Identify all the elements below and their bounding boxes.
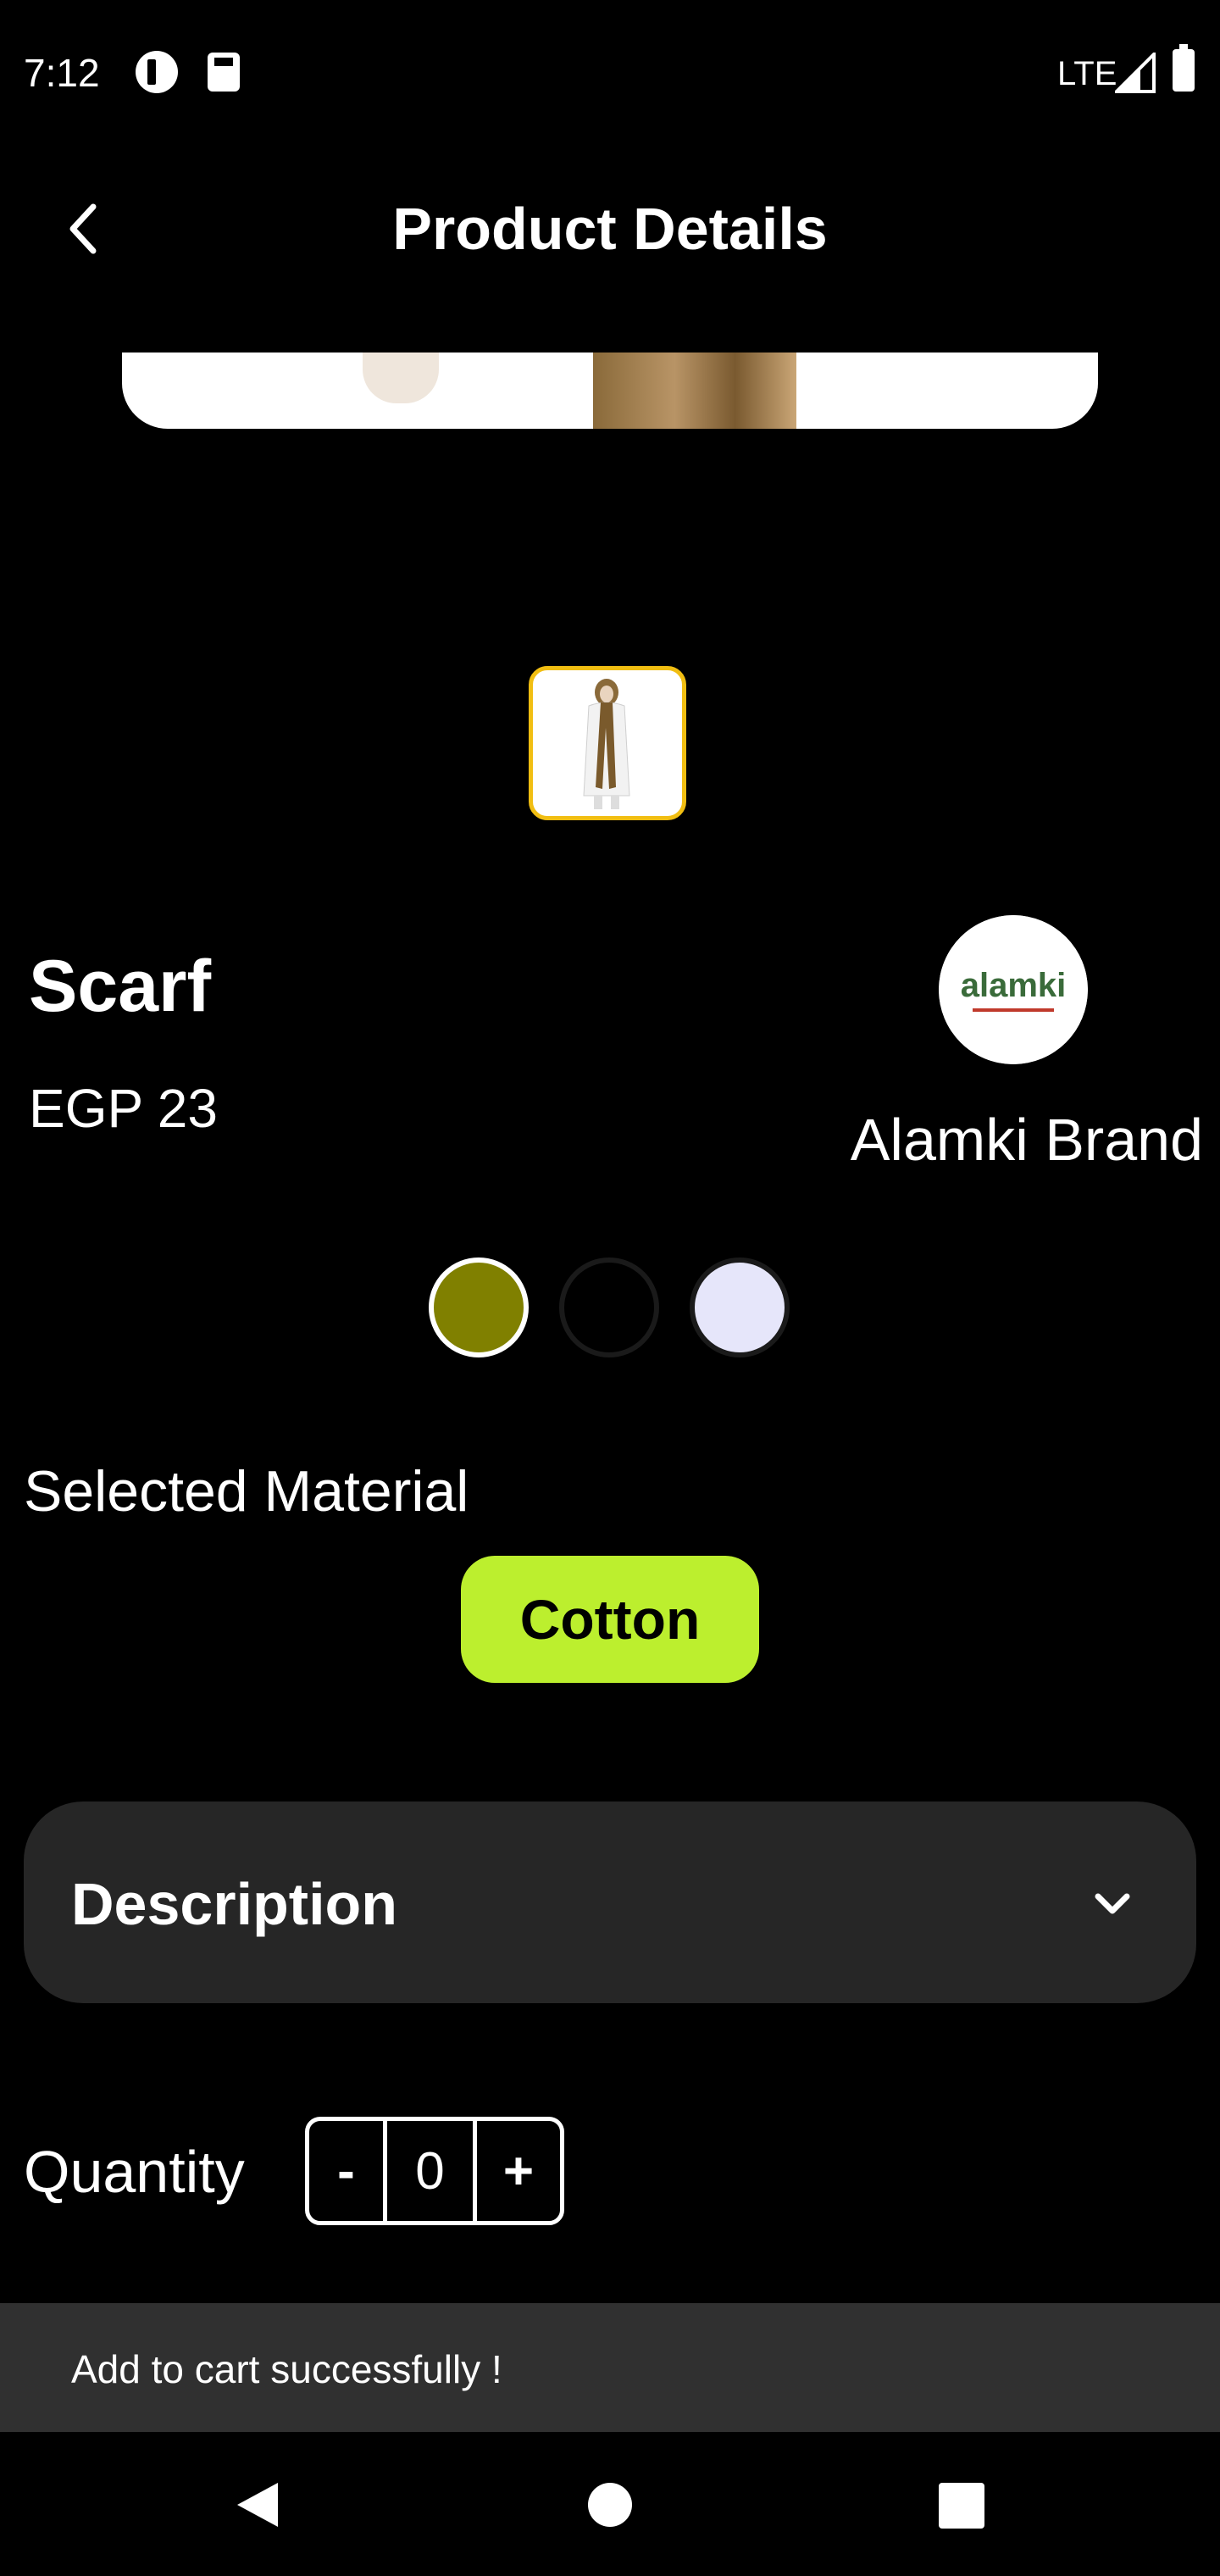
brand-name[interactable]: Alamki Brand [830, 1102, 1203, 1178]
product-name: Scarf [29, 946, 212, 1027]
color-swatch-lavender[interactable] [690, 1257, 790, 1357]
sd-card-icon [208, 53, 240, 92]
product-price: EGP 23 [29, 1078, 218, 1139]
battery-icon [1173, 44, 1195, 92]
thumbnail-model-image [583, 679, 630, 809]
product-image-scarf [593, 353, 796, 429]
quantity-decrease-button[interactable]: - [309, 2121, 387, 2221]
chevron-down-icon[interactable] [1090, 1881, 1135, 1927]
status-time: 7:12 [24, 51, 100, 95]
nav-back-icon[interactable] [234, 2479, 281, 2530]
network-type: LTE [1057, 55, 1117, 92]
quantity-label: Quantity [24, 2139, 245, 2205]
nav-home-icon[interactable] [588, 2483, 632, 2527]
snackbar-message: Add to cart successfully ! [71, 2347, 502, 2391]
product-image [122, 353, 1098, 429]
notification-app-icon [136, 51, 178, 93]
brand-logo[interactable]: alamki [939, 915, 1088, 1064]
quantity-value: 0 [387, 2121, 477, 2221]
product-thumbnail[interactable] [529, 666, 686, 820]
description-title: Description [71, 1871, 398, 1937]
quantity-increase-button[interactable]: + [477, 2121, 560, 2221]
brand-logo-text: alamki [961, 967, 1067, 1004]
color-swatch-black[interactable] [559, 1257, 659, 1357]
material-chip-cotton[interactable]: Cotton [461, 1556, 759, 1683]
quantity-stepper: - 0 + [305, 2117, 564, 2225]
product-image-hand [363, 353, 439, 403]
signal-icon [1115, 53, 1156, 93]
material-label: Selected Material [24, 1459, 469, 1524]
color-swatch-olive[interactable] [429, 1257, 529, 1357]
page-title: Product Details [392, 196, 828, 262]
nav-recents-icon[interactable] [939, 2483, 984, 2529]
